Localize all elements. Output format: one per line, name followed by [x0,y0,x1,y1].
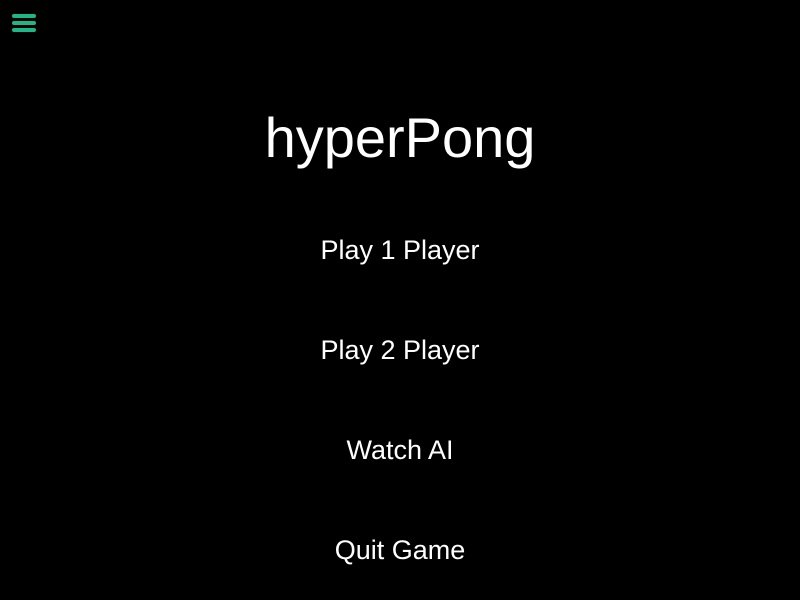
quit-game-button[interactable]: Quit Game [270,520,530,580]
watch-ai-button[interactable]: Watch AI [270,420,530,480]
game-title: hyperPong [264,106,536,169]
game-screen: hyperPong Play 1 Player Play 2 Player Wa… [0,0,800,600]
play-2-player-button[interactable]: Play 2 Player [270,320,530,380]
main-menu: Play 1 Player Play 2 Player Watch AI Qui… [0,220,800,600]
play-1-player-button[interactable]: Play 1 Player [270,220,530,280]
menu-button[interactable] [12,12,36,34]
hamburger-menu-icon [12,14,36,32]
